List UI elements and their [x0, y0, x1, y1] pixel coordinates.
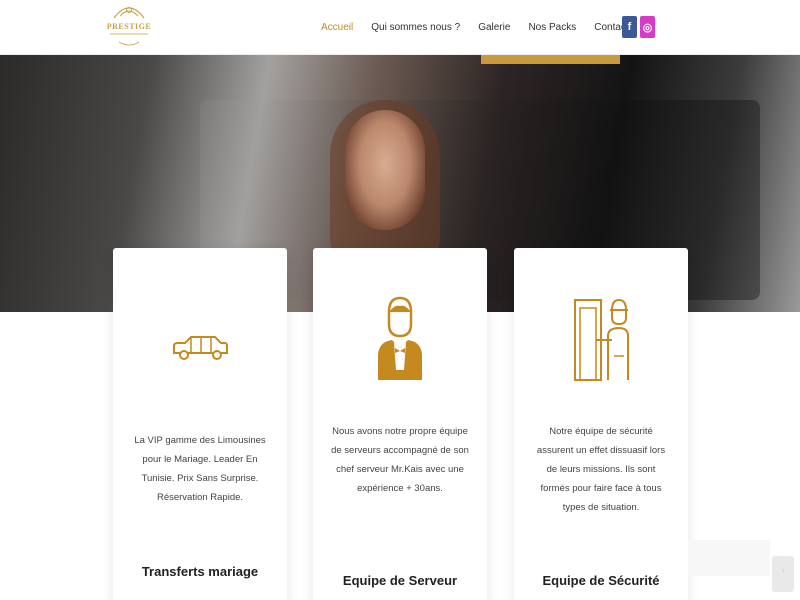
logo-text: PRESTIGE — [106, 22, 152, 31]
limousine-icon — [113, 333, 287, 363]
facebook-icon[interactable]: f — [622, 16, 637, 38]
security-guard-icon — [514, 296, 688, 382]
nav-item-nos-packs[interactable]: Nos Packs — [528, 22, 576, 33]
card-title: Transferts mariage — [141, 564, 259, 579]
scroll-to-top-button[interactable]: ʿ — [772, 556, 794, 592]
service-card-transferts: La VIP gamme des Limousines pour le Mari… — [113, 248, 287, 600]
card-title: Equipe de Sécurité — [542, 573, 660, 588]
card-description: Nous avons notre propre équipe de serveu… — [331, 426, 469, 494]
instagram-icon[interactable]: ◎ — [640, 16, 655, 38]
bride-face — [345, 110, 425, 230]
service-card-serveur: Nous avons notre propre équipe de serveu… — [313, 248, 487, 600]
site-header: PRESTIGE Accueil Qui sommes nous ? Galer… — [0, 0, 800, 55]
card-title: Equipe de Serveur — [342, 573, 458, 588]
prestige-logo[interactable]: PRESTIGE — [104, 0, 154, 55]
service-card-securite: Notre équipe de sécurité assurent un eff… — [514, 248, 688, 600]
waiter-icon — [313, 296, 487, 382]
nav-item-accueil[interactable]: Accueil — [321, 22, 353, 33]
main-nav: Accueil Qui sommes nous ? Galerie Nos Pa… — [321, 0, 647, 55]
card-description: Notre équipe de sécurité assurent un eff… — [536, 426, 666, 513]
hero-cta-bar[interactable] — [481, 55, 620, 64]
chat-widget-placeholder — [688, 540, 770, 576]
nav-item-qui-sommes-nous[interactable]: Qui sommes nous ? — [371, 22, 460, 33]
nav-item-galerie[interactable]: Galerie — [478, 22, 510, 33]
card-description: La VIP gamme des Limousines pour le Mari… — [134, 435, 266, 503]
